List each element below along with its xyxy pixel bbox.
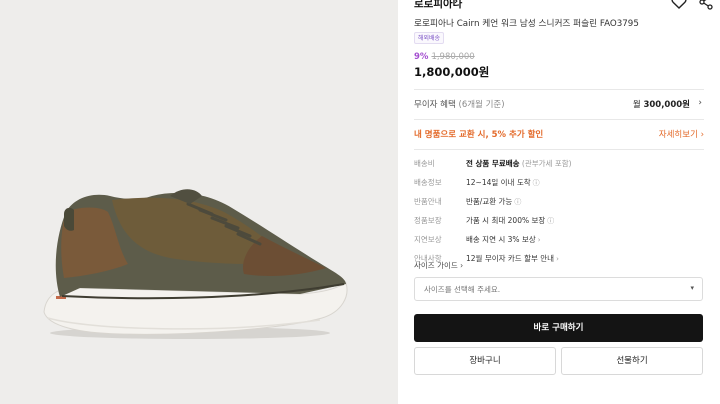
size-select-placeholder: 사이즈를 선택해 주세요. [424, 285, 501, 294]
info-row-shipping-fee: 배송비 전 상품 무료배송 (관부가세 포함) [414, 158, 704, 177]
info-key: 배송비 [414, 159, 435, 168]
installment-benefit-row[interactable]: 무이자 혜택 (6개월 기준) 월 300,000원 › [414, 98, 704, 112]
original-price: 1,980,000 [431, 52, 475, 62]
add-to-cart-button[interactable]: 장바구니 [414, 347, 556, 375]
divider [414, 149, 704, 150]
info-row-returns: 반품안내 반품/교환 가능 ⓘ [414, 196, 704, 215]
info-icon[interactable]: ⓘ [533, 178, 540, 188]
product-image [43, 189, 348, 339]
divider [414, 119, 704, 120]
brand-row: 로로피아나 › [414, 0, 713, 12]
info-value: 12~14일 이내 도착 ⓘ [466, 178, 540, 188]
info-value: 12월 무이자 카드 할부 안내 › [466, 254, 559, 263]
info-value: 배송 지연 시 3% 보상 › [466, 235, 541, 244]
info-row-delivery: 배송정보 12~14일 이내 도착 ⓘ [414, 177, 704, 196]
info-row-delay-compensation[interactable]: 지연보상 배송 지연 시 3% 보상 › [414, 234, 704, 253]
info-key: 반품안내 [414, 197, 442, 206]
share-icon[interactable] [697, 0, 715, 11]
chevron-right-icon: › [537, 236, 541, 244]
price-discount-row: 9% 1,980,000 [414, 52, 475, 62]
promo-details-link[interactable]: 자세히보기 › [659, 128, 704, 140]
info-icon[interactable]: ⓘ [547, 216, 554, 226]
info-key: 정품보장 [414, 216, 442, 225]
info-value: 가품 시 최대 200% 보장 ⓘ [466, 216, 555, 226]
size-guide-link[interactable]: 사이즈 가이드 › [414, 260, 463, 271]
sale-price: 1,800,000원 [414, 65, 490, 79]
chevron-right-icon: › [698, 98, 702, 108]
info-row-authenticity: 정품보장 가품 시 최대 200% 보장 ⓘ [414, 215, 704, 234]
chevron-right-icon: › [454, 0, 459, 7]
info-value: 반품/교환 가능 ⓘ [466, 197, 522, 207]
discount-rate: 9% [414, 52, 429, 62]
info-key: 배송정보 [414, 178, 442, 187]
chevron-down-icon: ▾ [690, 284, 694, 292]
benefit-amount: 월 300,000원 [632, 100, 690, 110]
info-icon[interactable]: ⓘ [514, 197, 521, 207]
trade-in-promo-row: 내 명품으로 교환 시, 5% 추가 할인 자세히보기 › [414, 128, 704, 142]
shipping-info-table: 배송비 전 상품 무료배송 (관부가세 포함) 배송정보 12~14일 이내 도… [414, 158, 704, 272]
heart-icon[interactable] [670, 0, 688, 11]
benefit-label: 무이자 혜택 (6개월 기준) [414, 100, 505, 110]
gift-button[interactable]: 선물하기 [561, 347, 703, 375]
divider [414, 89, 704, 90]
info-key: 지연보상 [414, 235, 442, 244]
promo-label: 내 명품으로 교환 시, 5% 추가 할인 [414, 130, 544, 140]
product-title: 로로피아나 Cairn 케언 워크 남성 스니커즈 퍼슬린 FAO3795 [414, 19, 639, 29]
product-info-panel: 로로피아나 › 로로피아나 Cairn 케언 워크 남성 스니커즈 퍼슬린 FA… [398, 0, 720, 404]
chevron-right-icon: › [556, 255, 559, 263]
buy-now-button[interactable]: 바로 구매하기 [414, 314, 703, 342]
overseas-shipping-badge: 해외배송 [414, 32, 445, 44]
info-value: 전 상품 무료배송 (관부가세 포함) [466, 159, 572, 168]
size-select[interactable]: 사이즈를 선택해 주세요. ▾ [414, 277, 703, 301]
product-image-gallery[interactable] [0, 0, 398, 404]
